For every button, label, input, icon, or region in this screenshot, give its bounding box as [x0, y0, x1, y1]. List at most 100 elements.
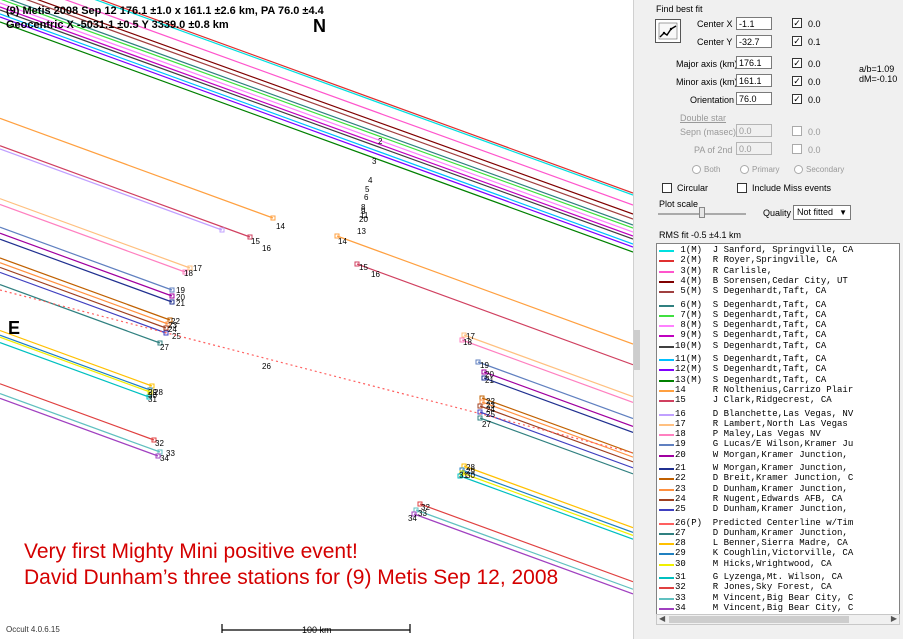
chord-line-24	[0, 266, 167, 329]
major-axis-field[interactable]: 176.1	[736, 56, 772, 69]
major-axis-checkbox[interactable]: ✓	[792, 58, 802, 68]
observer-row[interactable]: 27 D Dunham,Kramer Junction,	[657, 528, 897, 538]
radio-both-label: Both	[704, 165, 721, 174]
radio-secondary[interactable]	[794, 165, 803, 174]
scroll-right-icon[interactable]: ▶	[891, 614, 897, 623]
chord-line-20	[483, 371, 633, 427]
observer-row[interactable]: 1(M) J Sanford, Springville, CA	[657, 246, 897, 255]
observer-color-swatch	[659, 522, 674, 525]
minor-axis-checkbox[interactable]: ✓	[792, 76, 802, 86]
observer-row[interactable]: 16 D Blanchette,Las Vegas, NV	[657, 409, 897, 419]
observer-list-hscroll[interactable]: ◀ ▶	[656, 614, 900, 625]
observer-color-swatch	[659, 553, 674, 556]
caption-line1: Very first Mighty Mini positive event!	[24, 540, 358, 563]
orientation-field[interactable]: 76.0	[736, 92, 772, 105]
chord-number-label: 17	[193, 264, 202, 273]
observer-color-swatch	[659, 454, 674, 457]
observer-row-text: 12(M) S Degenhardt,Taft, CA	[675, 364, 827, 375]
include-miss-checkbox[interactable]	[737, 183, 747, 193]
chord-number-label: 11	[360, 211, 369, 220]
center-y-field[interactable]: -32.7	[736, 35, 772, 48]
observer-row[interactable]: 9(M) S Degenhardt,Taft, CA	[657, 331, 897, 340]
center-x-checkbox[interactable]: ✓	[792, 18, 802, 28]
observer-row[interactable]: 33 M Vincent,Big Bear City, C	[657, 593, 897, 603]
observer-row[interactable]: 23 D Dunham,Kramer Junction,	[657, 483, 897, 494]
observer-row[interactable]: 30 M Hicks,Wrightwood, CA	[657, 558, 897, 569]
observer-color-swatch	[659, 444, 674, 447]
observer-row[interactable]: 34 M Vincent,Big Bear City, C	[657, 603, 897, 613]
pa2-checkbox[interactable]	[792, 144, 802, 154]
observer-color-swatch	[659, 587, 674, 590]
observer-color-swatch	[659, 325, 674, 328]
observer-list-hscroll-thumb[interactable]	[669, 616, 849, 623]
chord-line-15	[356, 263, 633, 366]
plot-header-line1: (9) Metis 2008 Sep 12 176.1 ±1.0 x 161.1…	[6, 5, 324, 17]
observer-row[interactable]: 5(M) S Degenhardt,Taft, CA	[657, 287, 897, 296]
observer-row[interactable]: 24 R Nugent,Edwards AFB, CA	[657, 494, 897, 504]
scroll-left-icon[interactable]: ◀	[659, 614, 665, 623]
observer-row[interactable]: 28 L Benner,Sierra Madre, CA	[657, 539, 897, 548]
radio-both[interactable]	[692, 165, 701, 174]
quality-dropdown[interactable]: Not fitted ▼	[793, 205, 851, 220]
observer-row-text: 18 P Maley,Las Vegas NV	[675, 429, 821, 440]
observer-row-text: 19 G Lucas/E Wilson,Kramer Ju	[675, 439, 854, 450]
chord-line-33	[0, 393, 161, 453]
circular-checkbox[interactable]	[662, 183, 672, 193]
orientation-checkbox[interactable]: ✓	[792, 94, 802, 104]
observer-color-swatch	[659, 389, 674, 392]
observer-color-swatch	[659, 597, 674, 600]
observer-row[interactable]: 8(M) S Degenhardt,Taft, CA	[657, 321, 897, 330]
observer-row[interactable]: 14 R Nolthenius,Carrizo Plair	[657, 385, 897, 395]
observer-row[interactable]: 32 R Jones,Sky Forest, CA	[657, 583, 897, 592]
observer-row[interactable]: 29 K Coughlin,Victorville, CA	[657, 549, 897, 558]
chord-number-label: 3	[372, 157, 377, 166]
plot-area: 2 3 4 5 6 8 9 20 11 13 14 15 16 17 18 19 20 21 22 23 24 25 27 2…	[0, 0, 633, 639]
observer-color-swatch	[659, 607, 674, 610]
observer-row[interactable]: 31 G Lyzenga,Mt. Wilson, CA	[657, 573, 897, 582]
sepn-checkbox[interactable]	[792, 126, 802, 136]
major-axis-step: 0.0	[808, 59, 821, 69]
observer-row[interactable]: 21 W Morgan,Kramer Junction,	[657, 464, 897, 473]
chord-line-24	[479, 405, 633, 463]
observer-row[interactable]: 20 W Morgan,Kramer Junction,	[657, 450, 897, 460]
chord-number-label: 14	[338, 237, 347, 246]
observer-row[interactable]: 22 D Breit,Kramer Junction, C	[657, 474, 897, 483]
find-best-fit-button[interactable]	[655, 19, 681, 43]
observer-color-swatch	[659, 345, 674, 348]
rms-fit-readout: RMS fit -0.5 ±4.1 km	[659, 230, 741, 240]
observer-row[interactable]: 15 J Clark,Ridgecrest, CA	[657, 396, 897, 405]
chord-line-30	[461, 472, 633, 536]
center-x-field[interactable]: -1.1	[736, 17, 772, 30]
observer-row[interactable]: 4(M) B Sorensen,Cedar City, UT	[657, 276, 897, 286]
observer-row[interactable]: 3(M) R Carlisle,	[657, 266, 897, 276]
observer-row[interactable]: 11(M) S Degenhardt,Taft, CA	[657, 355, 897, 364]
observer-row[interactable]: 10(M) S Degenhardt,Taft, CA	[657, 341, 897, 351]
observer-list[interactable]: 1(M) J Sanford, Springville, CA 2(M) R R…	[656, 243, 900, 624]
observer-row[interactable]: 2(M) R Royer,Springville, CA	[657, 256, 897, 265]
chord-line-28	[0, 329, 153, 387]
center-x-step: 0.0	[808, 19, 821, 29]
observer-row[interactable]: 7(M) S Degenhardt,Taft, CA	[657, 310, 897, 320]
observer-row-text: 23 D Dunham,Kramer Junction,	[675, 483, 848, 494]
plot-scale-slider[interactable]	[699, 207, 705, 218]
observer-row[interactable]: 6(M) S Degenhardt,Taft, CA	[657, 300, 897, 310]
version-label: Occult 4.0.6.15	[6, 625, 60, 634]
radio-primary-label: Primary	[752, 165, 780, 174]
observer-row[interactable]: 26(P) Predicted Centerline w/Tim	[657, 518, 897, 528]
chord-line-27	[479, 417, 633, 475]
minor-axis-field[interactable]: 161.1	[736, 74, 772, 87]
observer-row-text: 5(M) S Degenhardt,Taft, CA	[675, 286, 827, 297]
observer-row[interactable]: 19 G Lucas/E Wilson,Kramer Ju	[657, 440, 897, 449]
observer-row[interactable]: 12(M) S Degenhardt,Taft, CA	[657, 365, 897, 374]
observer-row[interactable]: 17 R Lambert,North Las Vegas	[657, 419, 897, 429]
observer-row-text: 30 M Hicks,Wrightwood, CA	[675, 558, 832, 569]
observer-row[interactable]: 13(M) S Degenhardt,Taft, CA	[657, 375, 897, 385]
sepn-label: Sepn (masec)	[680, 127, 737, 137]
radio-primary[interactable]	[740, 165, 749, 174]
chord-line-11	[0, 13, 633, 245]
observer-row[interactable]: 18 P Maley,Las Vegas NV	[657, 430, 897, 439]
pa2-field[interactable]: 0.0	[736, 142, 772, 155]
observer-row[interactable]: 25 D Dunham,Kramer Junction,	[657, 505, 897, 514]
center-y-checkbox[interactable]: ✓	[792, 36, 802, 46]
sepn-field[interactable]: 0.0	[736, 124, 772, 137]
